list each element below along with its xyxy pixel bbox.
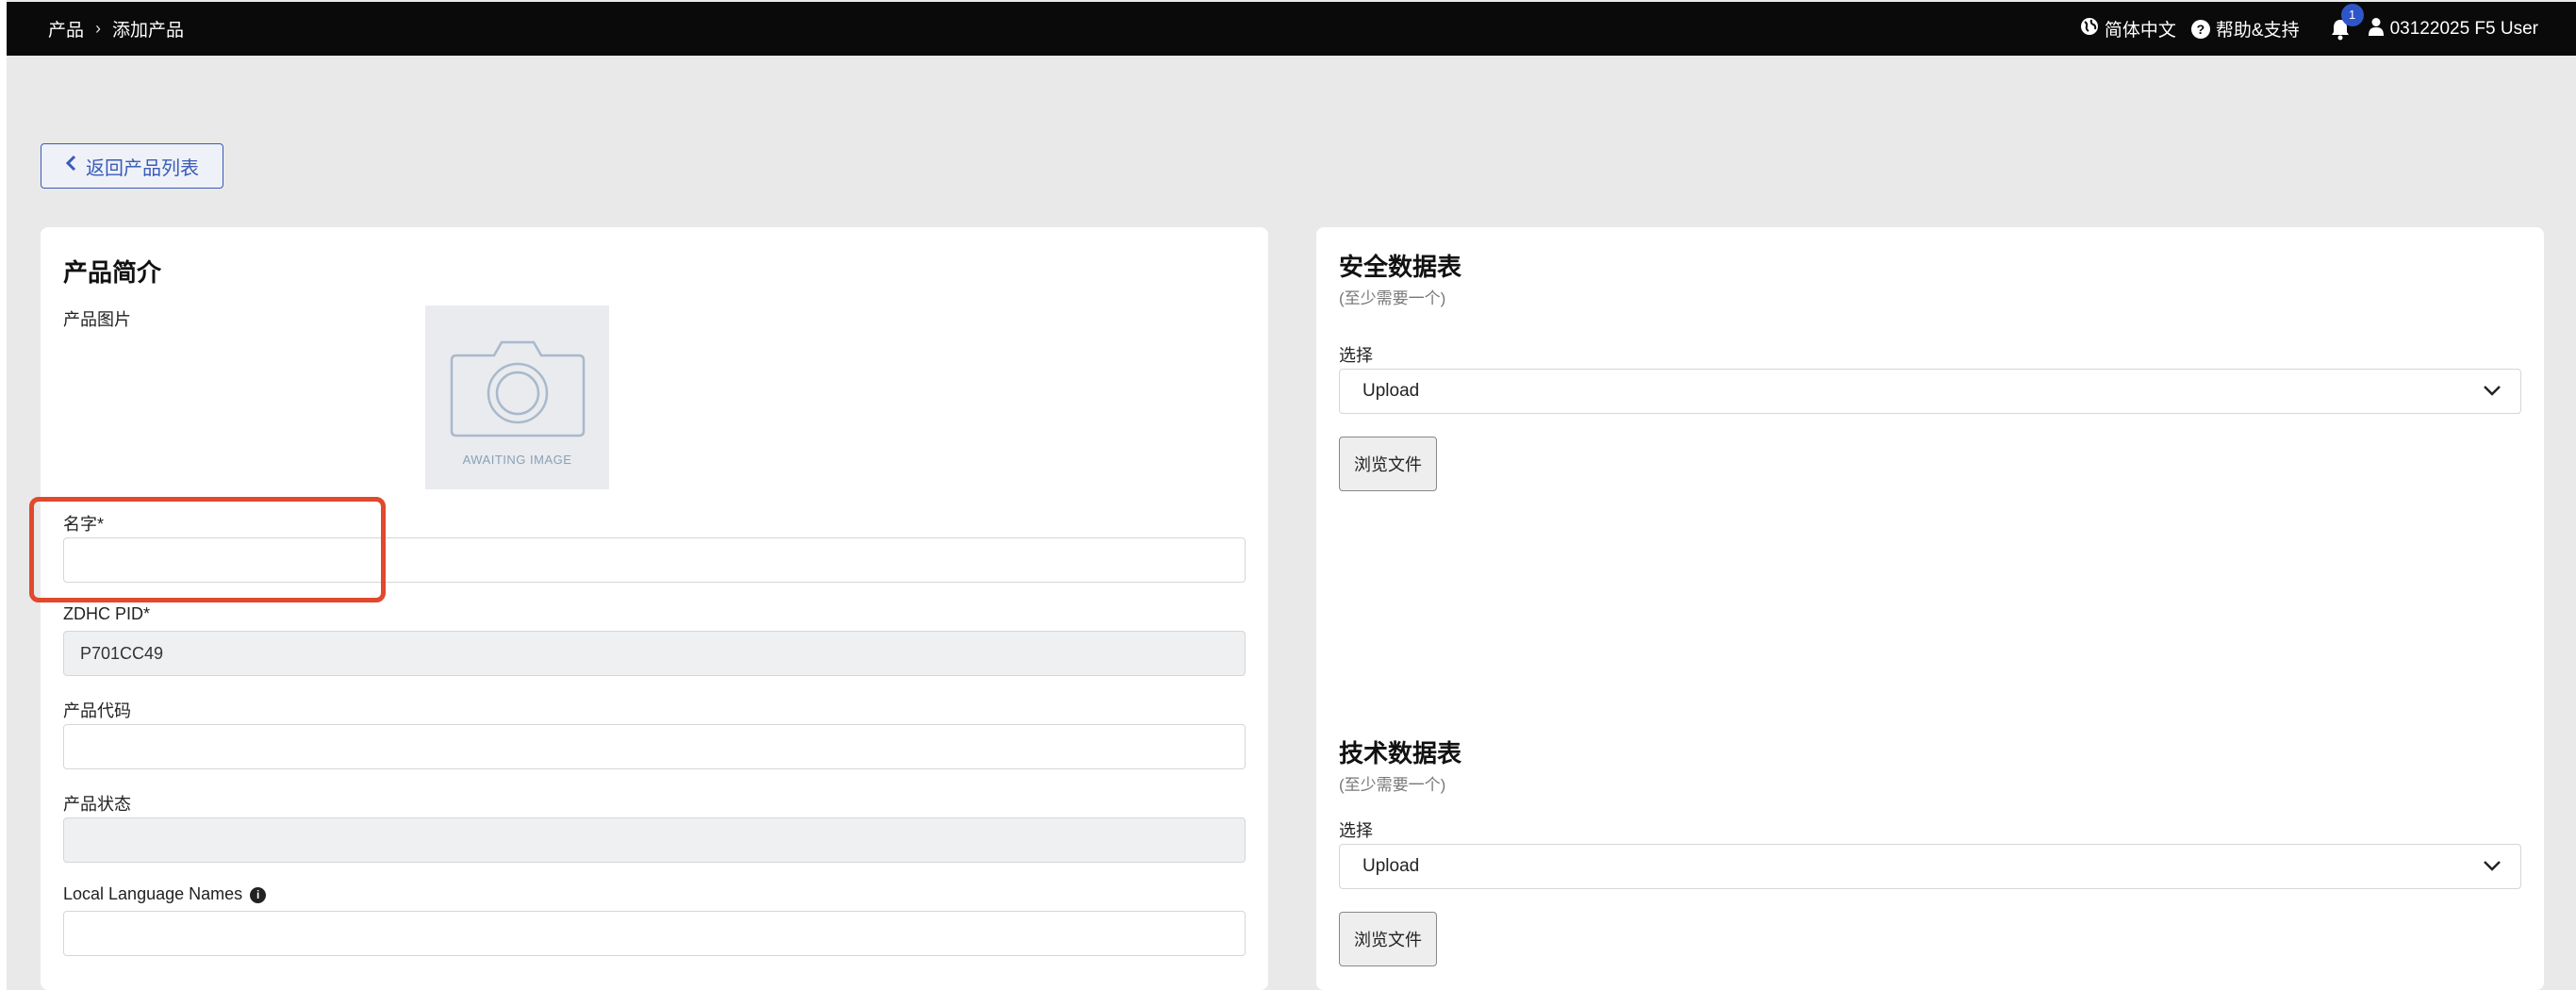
technical-data-sheet-title: 技术数据表 xyxy=(1339,739,1462,767)
product-profile-card: 产品简介 产品图片 AWAITING IMAGE 名字* ZDHC PID* P… xyxy=(41,227,1268,990)
product-code-label: 产品代码 xyxy=(63,701,131,720)
product-image-label: 产品图片 xyxy=(63,310,131,329)
name-input[interactable] xyxy=(63,537,1246,583)
zdhc-pid-field: P701CC49 xyxy=(63,631,1246,676)
awaiting-image-text: AWAITING IMAGE xyxy=(462,452,572,467)
safety-data-sheet-title: 安全数据表 xyxy=(1339,253,1462,281)
product-image-upload[interactable]: AWAITING IMAGE xyxy=(425,305,609,489)
language-label: 简体中文 xyxy=(2104,21,2176,41)
technical-select-label: 选择 xyxy=(1339,821,1373,840)
question-circle-icon: ? xyxy=(2190,19,2210,39)
technical-browse-files-button[interactable]: 浏览文件 xyxy=(1339,912,1437,966)
app-root: 产品 › 添加产品 简体中文 ? 帮助&支持 1 03122025 F5 Use… xyxy=(7,0,2576,990)
safety-select-value: Upload xyxy=(1362,381,1420,401)
breadcrumb-root-link[interactable]: 产品 xyxy=(48,16,84,41)
info-icon[interactable]: i xyxy=(250,886,267,903)
breadcrumb-current: 添加产品 xyxy=(112,21,185,41)
breadcrumb: 产品 › 添加产品 xyxy=(48,16,184,41)
back-button-label: 返回产品列表 xyxy=(86,157,199,179)
product-profile-title: 产品简介 xyxy=(63,258,162,287)
product-status-field xyxy=(63,817,1246,863)
safety-select-label: 选择 xyxy=(1339,346,1373,365)
help-support-link[interactable]: ? 帮助&支持 xyxy=(2190,16,2300,41)
bell-icon: 1 xyxy=(2328,3,2364,41)
safety-data-sheet-requirement: (至少需要一个) xyxy=(1339,289,1446,307)
user-icon xyxy=(2368,17,2385,41)
local-language-names-label: Local Language Names xyxy=(63,884,243,903)
local-language-names-label-row: Local Language Names i xyxy=(63,884,267,904)
chevron-down-icon xyxy=(2483,381,2502,402)
name-label: 名字* xyxy=(63,515,105,534)
user-menu[interactable]: 03122025 F5 User xyxy=(2368,17,2538,41)
technical-select-value: Upload xyxy=(1362,856,1420,876)
local-language-names-input[interactable] xyxy=(63,911,1246,956)
product-status-label: 产品状态 xyxy=(63,795,131,814)
notification-count-badge: 1 xyxy=(2340,3,2364,26)
chevron-left-icon xyxy=(65,155,76,177)
data-sheets-card: 安全数据表 (至少需要一个) 选择 Upload 浏览文件 技术数据表 (至少需… xyxy=(1316,227,2544,990)
language-switcher[interactable]: 简体中文 xyxy=(2080,16,2176,41)
technical-sheet-select[interactable]: Upload xyxy=(1339,844,2521,889)
help-label: 帮助&支持 xyxy=(2215,21,2300,41)
top-navigation-bar: 产品 › 添加产品 简体中文 ? 帮助&支持 1 03122025 F5 Use… xyxy=(7,2,2576,56)
top-right-menu: 简体中文 ? 帮助&支持 1 03122025 F5 User xyxy=(2080,3,2538,41)
breadcrumb-separator-icon: › xyxy=(95,19,102,38)
safety-sheet-select[interactable]: Upload xyxy=(1339,369,2521,414)
chevron-down-icon xyxy=(2483,856,2502,877)
user-label: 03122025 F5 User xyxy=(2389,18,2538,39)
zdhc-pid-label: ZDHC PID* xyxy=(63,604,151,623)
camera-icon xyxy=(447,329,588,447)
notifications-button[interactable]: 1 xyxy=(2328,3,2364,41)
product-code-input[interactable] xyxy=(63,724,1246,769)
back-to-product-list-button[interactable]: 返回产品列表 xyxy=(41,143,223,189)
technical-data-sheet-requirement: (至少需要一个) xyxy=(1339,776,1446,794)
safety-browse-files-button[interactable]: 浏览文件 xyxy=(1339,437,1437,491)
globe-icon xyxy=(2080,17,2099,41)
